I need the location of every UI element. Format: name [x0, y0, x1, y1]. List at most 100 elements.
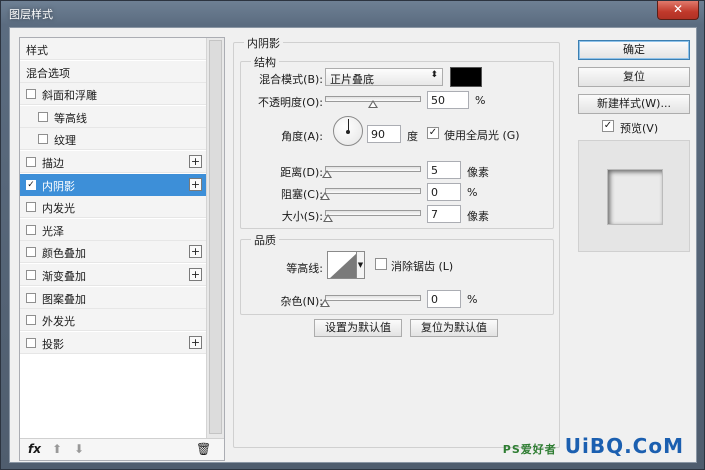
size-label: 大小(S):: [281, 210, 323, 223]
structure-group: 结构 混合模式(B): 正片叠底 ⬍ 不透明度(O): 50 % 角度(A): …: [240, 54, 554, 229]
antialias-checkbox[interactable]: [375, 258, 387, 270]
style-list-label: 纹理: [54, 134, 76, 148]
style-checkbox[interactable]: [26, 270, 36, 280]
opacity-unit: %: [475, 94, 486, 107]
style-list-label: 内阴影: [42, 179, 75, 193]
style-checkbox[interactable]: [26, 202, 36, 213]
shadow-color-swatch[interactable]: [450, 67, 482, 87]
make-default-button[interactable]: 设置为默认值: [314, 319, 402, 337]
style-list-item[interactable]: 外发光: [20, 309, 206, 332]
opacity-label: 不透明度(O):: [258, 96, 323, 109]
add-effect-icon[interactable]: +: [189, 268, 202, 281]
global-light-checkbox[interactable]: ✓: [427, 127, 439, 139]
close-button[interactable]: ✕: [657, 1, 699, 20]
style-list-item[interactable]: 图案叠加: [20, 286, 206, 309]
choke-slider[interactable]: [325, 188, 421, 194]
style-list-item[interactable]: ✓ 内阴影 +: [20, 173, 206, 196]
style-list-item[interactable]: 斜面和浮雕: [20, 83, 206, 106]
style-list-item[interactable]: 颜色叠加 +: [20, 241, 206, 264]
ok-button[interactable]: 确定: [578, 40, 690, 60]
move-down-icon[interactable]: ⬇: [74, 442, 84, 456]
noise-input[interactable]: 0: [427, 290, 461, 308]
style-list-item[interactable]: 等高线: [20, 105, 206, 128]
style-list-label: 描边: [42, 157, 64, 170]
style-list-label: 颜色叠加: [42, 247, 86, 261]
style-list-label: 投影: [42, 337, 64, 351]
contour-picker[interactable]: [327, 251, 357, 279]
style-list-item[interactable]: 纹理: [20, 128, 206, 151]
fx-icon[interactable]: fx: [28, 442, 41, 456]
opacity-input[interactable]: 50: [427, 91, 469, 109]
style-list-item[interactable]: 光泽: [20, 218, 206, 241]
style-list-item[interactable]: 描边 +: [20, 151, 206, 173]
style-checkbox[interactable]: [38, 134, 48, 145]
add-effect-icon[interactable]: +: [189, 177, 202, 191]
style-list-label: 光泽: [42, 224, 64, 238]
style-checkbox[interactable]: [38, 111, 48, 122]
style-list-item[interactable]: 混合选项: [20, 60, 206, 83]
distance-slider[interactable]: [325, 166, 421, 172]
style-preview: [578, 140, 690, 252]
style-list-panel: 样式 混合选项 斜面和浮雕 等高线 纹理 描边 + ✓ 内阴影 + 内发光 光泽 颜色叠加 + 渐变叠加 + 图…: [19, 37, 225, 461]
angle-input[interactable]: 90: [367, 125, 401, 143]
style-checkbox[interactable]: [26, 89, 36, 100]
check-icon: ✓: [428, 127, 438, 138]
blend-mode-label: 混合模式(B):: [259, 73, 323, 86]
new-style-button[interactable]: 新建样式(W)...: [578, 94, 690, 114]
dialog-body: 样式 混合选项 斜面和浮雕 等高线 纹理 描边 + ✓ 内阴影 + 内发光 光泽 颜色叠加 + 渐变叠加 + 图…: [9, 27, 697, 463]
style-list-label: 等高线: [54, 111, 87, 125]
style-list: 样式 混合选项 斜面和浮雕 等高线 纹理 描边 + ✓ 内阴影 + 内发光 光泽 颜色叠加 + 渐变叠加 + 图…: [20, 38, 206, 438]
style-checkbox[interactable]: [26, 157, 36, 167]
opacity-slider-thumb[interactable]: [368, 100, 378, 108]
reset-default-button[interactable]: 复位为默认值: [410, 319, 498, 337]
distance-input[interactable]: 5: [427, 161, 461, 179]
trash-icon[interactable]: 🗑: [196, 442, 211, 456]
style-checkbox[interactable]: ✓: [26, 179, 36, 190]
choke-input[interactable]: 0: [427, 183, 461, 201]
list-footer: fx ⬆ ⬇ 🗑: [20, 438, 224, 460]
list-scrollbar[interactable]: [206, 38, 224, 438]
blend-mode-value: 正片叠底: [330, 73, 374, 86]
add-effect-icon[interactable]: +: [189, 335, 202, 349]
angle-label: 角度(A):: [281, 130, 323, 143]
add-effect-icon[interactable]: +: [189, 155, 202, 168]
contour-dropdown-arrow[interactable]: ▼: [357, 251, 365, 279]
style-checkbox[interactable]: [26, 337, 36, 348]
blend-mode-select[interactable]: 正片叠底 ⬍: [325, 68, 443, 86]
style-list-label: 外发光: [42, 315, 75, 329]
add-effect-icon[interactable]: +: [189, 245, 202, 259]
move-up-icon[interactable]: ⬆: [52, 442, 62, 456]
style-list-label: 图案叠加: [42, 292, 86, 306]
style-checkbox[interactable]: [26, 292, 36, 303]
size-slider-thumb[interactable]: [322, 214, 333, 222]
noise-slider-thumb[interactable]: [320, 299, 330, 307]
style-list-label: 内发光: [42, 202, 75, 216]
quality-title: 品质: [251, 232, 279, 248]
size-input[interactable]: 7: [427, 205, 461, 223]
choke-slider-thumb[interactable]: [320, 192, 330, 200]
reset-button[interactable]: 复位: [578, 67, 690, 87]
style-checkbox[interactable]: [26, 247, 36, 258]
style-checkbox[interactable]: [26, 224, 36, 235]
choke-unit: %: [467, 186, 478, 199]
distance-unit: 像素: [467, 166, 489, 179]
angle-dial[interactable]: [333, 116, 363, 146]
size-slider[interactable]: [325, 210, 421, 216]
style-list-item[interactable]: 样式: [20, 38, 206, 60]
noise-slider[interactable]: [325, 295, 421, 301]
size-unit: 像素: [467, 210, 489, 223]
antialias-label: 消除锯齿 (L): [391, 260, 454, 273]
style-list-item[interactable]: 投影 +: [20, 331, 206, 354]
style-list-item[interactable]: 渐变叠加 +: [20, 264, 206, 286]
scrollbar-thumb[interactable]: [209, 40, 222, 434]
distance-label: 距离(D):: [280, 166, 323, 179]
noise-unit: %: [467, 293, 478, 306]
preview-checkbox[interactable]: ✓: [602, 120, 614, 132]
style-list-item[interactable]: 内发光: [20, 196, 206, 219]
style-checkbox[interactable]: [26, 315, 36, 326]
layer-style-dialog: 图层样式 ✕ 样式 混合选项斜面和浮雕等高线纹理描边 + ✓ 内阴影 + 内发光光泽颜色叠加…: [0, 0, 705, 470]
style-list-label: 斜面和浮雕: [42, 89, 97, 103]
distance-slider-thumb[interactable]: [321, 170, 332, 178]
window-title: 图层样式: [9, 8, 53, 21]
check-icon: ✓: [603, 120, 613, 131]
